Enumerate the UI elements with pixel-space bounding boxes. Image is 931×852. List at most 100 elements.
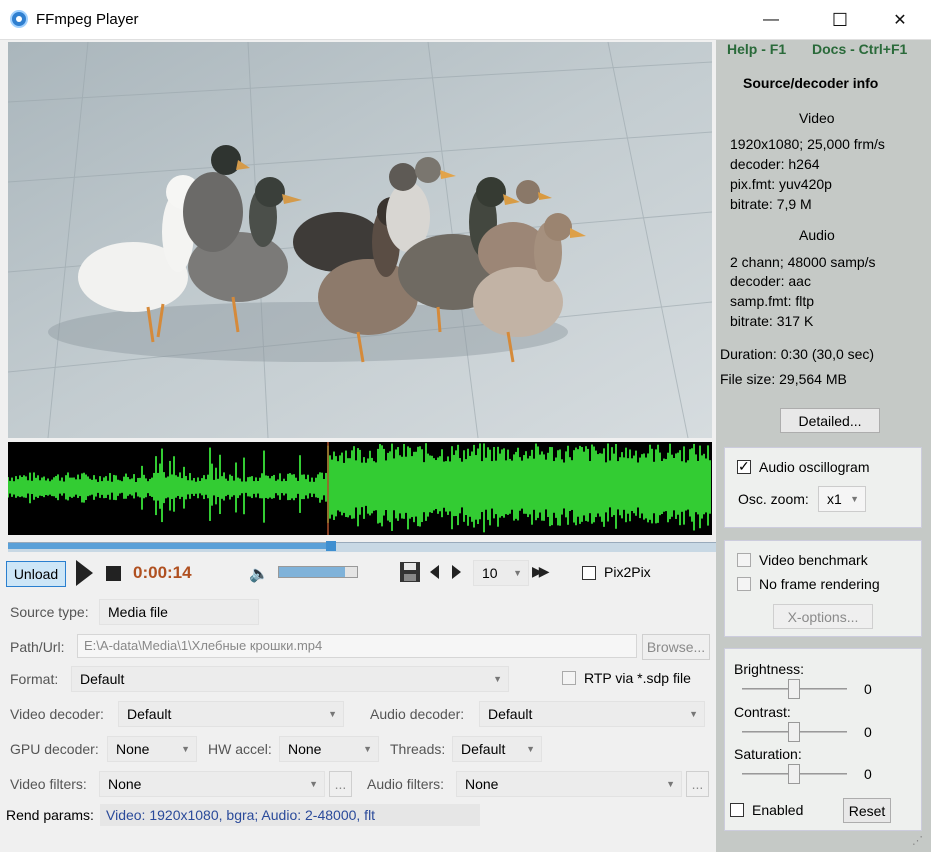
video-decoder-value: Default: [127, 706, 172, 722]
step-count-value: 10: [482, 565, 498, 581]
threads-label: Threads:: [390, 741, 446, 757]
threads-select[interactable]: Default ▼: [452, 736, 542, 762]
video-info-line: decoder: h264: [730, 156, 820, 172]
audio-decoder-value: Default: [488, 706, 533, 722]
format-label: Format:: [10, 671, 59, 687]
browse-button[interactable]: Browse...: [642, 634, 710, 660]
no-frame-rendering-checkbox[interactable]: [737, 577, 751, 591]
audio-oscillogram-checkbox[interactable]: [737, 458, 751, 475]
brightness-value: 0: [864, 681, 872, 697]
unload-button[interactable]: Unload: [6, 561, 66, 587]
audio-decoder-select[interactable]: Default ▼: [479, 701, 705, 727]
close-button[interactable]: ✕: [877, 0, 923, 40]
maximize-button[interactable]: ☐: [817, 0, 863, 40]
enabled-label: Enabled: [752, 802, 804, 818]
play-icon[interactable]: [76, 560, 93, 586]
fast-forward-icon[interactable]: ▶▶: [532, 563, 549, 580]
contrast-value: 0: [864, 724, 872, 740]
pix2pix-label: Pix2Pix: [604, 564, 651, 580]
file-size-text: File size: 29,564 MB: [720, 371, 847, 387]
osc-zoom-label: Osc. zoom:: [738, 491, 809, 507]
audio-oscillogram-label: Audio oscillogram: [759, 459, 870, 475]
video-info-line: bitrate: 7,9 M: [730, 196, 812, 212]
video-info-line: pix.fmt: yuv420p: [730, 176, 832, 192]
video-filters-value: None: [108, 776, 142, 792]
format-select[interactable]: Default ▼: [71, 666, 509, 692]
video-image-ducks: [8, 42, 712, 438]
video-filters-label: Video filters:: [10, 776, 87, 792]
pix2pix-checkbox[interactable]: [582, 566, 596, 580]
video-filters-more-button[interactable]: ...: [329, 771, 352, 797]
video-frame[interactable]: [8, 42, 712, 438]
chevron-down-icon: ▼: [181, 744, 190, 754]
window-title: FFmpeg Player: [36, 11, 139, 28]
help-link[interactable]: Help - F1: [727, 41, 786, 57]
video-info-heading: Video: [799, 110, 835, 126]
step-count-select[interactable]: 10 ▼: [473, 560, 529, 586]
saturation-value: 0: [864, 766, 872, 782]
path-label: Path/Url:: [10, 639, 65, 655]
no-frame-rendering-label: No frame rendering: [759, 576, 880, 592]
rtp-checkbox[interactable]: [562, 671, 576, 685]
step-back-icon[interactable]: [430, 565, 439, 579]
source-type-label: Source type:: [10, 604, 89, 620]
rtp-label: RTP via *.sdp file: [584, 670, 691, 686]
saturation-label: Saturation:: [734, 746, 802, 762]
contrast-label: Contrast:: [734, 704, 791, 720]
step-forward-icon[interactable]: [452, 565, 461, 579]
stop-icon[interactable]: [106, 566, 121, 581]
reset-button[interactable]: Reset: [843, 798, 891, 823]
resize-grip-icon[interactable]: ⋰: [912, 834, 923, 847]
contrast-slider-thumb[interactable]: [788, 722, 800, 742]
docs-link[interactable]: Docs - Ctrl+F1: [812, 41, 907, 57]
rend-params-label: Rend params:: [6, 807, 94, 823]
volume-slider[interactable]: [278, 566, 358, 578]
seek-bar-fill: [8, 543, 330, 549]
audio-info-heading: Audio: [799, 227, 835, 243]
audio-filters-more-button[interactable]: ...: [686, 771, 709, 797]
detailed-button[interactable]: Detailed...: [780, 408, 880, 433]
app-logo-icon: [10, 10, 28, 28]
video-decoder-select[interactable]: Default ▼: [118, 701, 344, 727]
hw-accel-label: HW accel:: [208, 741, 272, 757]
audio-info-line: decoder: aac: [730, 273, 811, 289]
video-filters-select[interactable]: None ▼: [99, 771, 325, 797]
gpu-decoder-value: None: [116, 741, 150, 757]
path-input[interactable]: E:\A-data\Media\1\Хлебные крошки.mp4: [77, 634, 637, 658]
source-type-select[interactable]: Media file: [99, 599, 259, 625]
video-decoder-label: Video decoder:: [10, 706, 104, 722]
save-frame-icon[interactable]: [399, 561, 421, 583]
x-options-button[interactable]: X-options...: [773, 604, 873, 629]
video-info-line: 1920x1080; 25,000 frm/s: [730, 136, 885, 152]
chevron-down-icon: ▼: [689, 709, 698, 719]
chevron-down-icon: ▼: [309, 779, 318, 789]
threads-value: Default: [461, 741, 506, 757]
video-benchmark-label: Video benchmark: [759, 552, 868, 568]
format-value: Default: [80, 671, 125, 687]
brightness-slider-thumb[interactable]: [788, 679, 800, 699]
source-info-heading: Source/decoder info: [743, 75, 879, 91]
audio-decoder-label: Audio decoder:: [370, 706, 465, 722]
rend-params-value: Video: 1920x1080, bgra; Audio: 2-48000, …: [100, 804, 480, 826]
source-type-value: Media file: [108, 604, 168, 620]
brightness-label: Brightness:: [734, 661, 805, 677]
oscillogram-wave: [8, 442, 711, 535]
saturation-slider-thumb[interactable]: [788, 764, 800, 784]
speaker-icon[interactable]: 🔈: [249, 564, 269, 584]
audio-filters-label: Audio filters:: [367, 776, 445, 792]
gpu-decoder-select[interactable]: None ▼: [107, 736, 197, 762]
chevron-down-icon: ▼: [328, 709, 337, 719]
seek-bar-thumb[interactable]: [326, 541, 336, 551]
audio-filters-select[interactable]: None ▼: [456, 771, 682, 797]
time-display: 0:00:14: [133, 563, 192, 582]
hw-accel-select[interactable]: None ▼: [279, 736, 379, 762]
osc-zoom-select[interactable]: x1 ▼: [818, 486, 866, 512]
chevron-down-icon: ▼: [526, 744, 535, 754]
enabled-checkbox[interactable]: [730, 803, 744, 817]
video-benchmark-checkbox[interactable]: [737, 553, 751, 567]
osc-zoom-value: x1: [827, 491, 842, 507]
chevron-down-icon: ▼: [666, 779, 675, 789]
chevron-down-icon: ▼: [493, 674, 502, 684]
minimize-button[interactable]: —: [748, 0, 794, 40]
audio-info-line: 2 chann; 48000 samp/s: [730, 254, 876, 270]
